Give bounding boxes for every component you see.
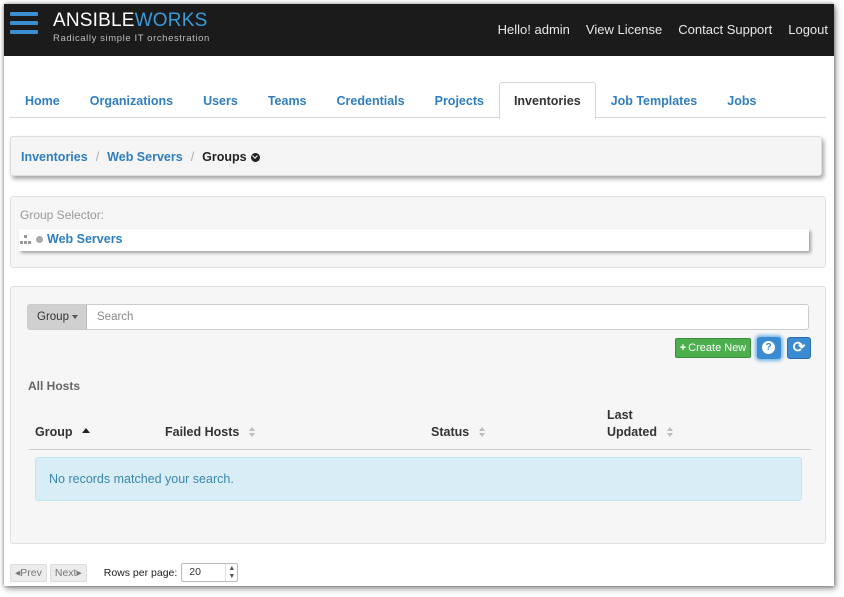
caret-down-icon bbox=[71, 314, 78, 319]
group-tree-row[interactable]: Web Servers bbox=[19, 229, 809, 251]
create-new-label: Create New bbox=[688, 342, 747, 354]
app-window: ANSIBLEWORKS Radically simple IT orchest… bbox=[4, 4, 834, 586]
breadcrumb-web-servers[interactable]: Web Servers bbox=[107, 150, 183, 164]
search-field-label: Group bbox=[37, 311, 69, 323]
brand-tagline: Radically simple IT orchestration bbox=[53, 33, 210, 44]
tab-users[interactable]: Users bbox=[188, 82, 253, 118]
table-header: Group Failed Hosts Status Last Updated bbox=[29, 405, 811, 450]
brand-logo[interactable]: ANSIBLEWORKS Radically simple IT orchest… bbox=[53, 10, 210, 44]
group-selector-panel: Group Selector: Web Servers bbox=[10, 196, 826, 268]
sort-icon bbox=[479, 427, 487, 437]
sort-icon bbox=[249, 427, 257, 437]
prev-page-label: Prev bbox=[20, 566, 42, 579]
status-dot-icon bbox=[36, 236, 43, 243]
top-navbar: ANSIBLEWORKS Radically simple IT orchest… bbox=[4, 4, 834, 56]
breadcrumb-bar: Inventories / Web Servers / Groups bbox=[10, 136, 822, 176]
breadcrumb: Inventories / Web Servers / Groups bbox=[21, 150, 260, 164]
main-tabs: Home Organizations Users Teams Credentia… bbox=[10, 82, 826, 119]
table-title: All Hosts bbox=[28, 379, 81, 393]
column-failed-hosts[interactable]: Failed Hosts bbox=[165, 424, 257, 441]
refresh-icon: ⟳ bbox=[792, 339, 806, 356]
column-group-label: Group bbox=[35, 425, 73, 439]
view-license-link[interactable]: View License bbox=[586, 22, 662, 37]
rows-per-page-label: Rows per page: bbox=[103, 566, 178, 579]
chevron-down-icon[interactable] bbox=[250, 152, 260, 162]
tab-projects[interactable]: Projects bbox=[420, 82, 499, 118]
brand-name: ANSIBLE bbox=[53, 10, 135, 31]
question-icon: ? bbox=[762, 341, 775, 354]
column-last-updated[interactable]: Last Updated bbox=[607, 407, 681, 441]
tab-jobs[interactable]: Jobs bbox=[712, 82, 771, 118]
plus-icon: + bbox=[679, 342, 687, 354]
column-status[interactable]: Status bbox=[431, 424, 487, 441]
sitemap-icon bbox=[20, 235, 32, 244]
empty-results-alert: No records matched your search. bbox=[35, 457, 802, 501]
greeting-link[interactable]: Hello! admin bbox=[498, 22, 570, 37]
user-nav: Hello! admin View License Contact Suppor… bbox=[498, 22, 828, 37]
help-button[interactable]: ? bbox=[757, 337, 781, 359]
tab-inventories[interactable]: Inventories bbox=[498, 82, 596, 119]
contact-support-link[interactable]: Contact Support bbox=[678, 22, 772, 37]
group-web-servers-link[interactable]: Web Servers bbox=[47, 232, 123, 246]
tab-job-templates[interactable]: Job Templates bbox=[596, 82, 713, 118]
create-new-button[interactable]: + Create New bbox=[675, 338, 751, 358]
rows-per-page-value: 20 bbox=[189, 566, 201, 578]
pagination: ◂Prev Next▸ Rows per page: 20 ▲ ▼ bbox=[10, 563, 239, 582]
breadcrumb-separator: / bbox=[190, 150, 195, 164]
column-failed-hosts-label: Failed Hosts bbox=[165, 425, 240, 439]
prev-page-button[interactable]: ◂Prev bbox=[10, 563, 47, 582]
next-page-label: Next bbox=[54, 566, 77, 579]
tab-credentials[interactable]: Credentials bbox=[322, 82, 420, 118]
breadcrumb-separator: / bbox=[95, 150, 100, 164]
column-last-updated-label: Last Updated bbox=[607, 408, 657, 439]
tab-home[interactable]: Home bbox=[10, 82, 75, 118]
search-bar: Group bbox=[27, 304, 809, 330]
logout-link[interactable]: Logout bbox=[788, 22, 828, 37]
column-group[interactable]: Group bbox=[35, 424, 90, 441]
menu-icon[interactable] bbox=[10, 12, 38, 38]
breadcrumb-inventories[interactable]: Inventories bbox=[21, 150, 88, 164]
tab-organizations[interactable]: Organizations bbox=[75, 82, 188, 118]
search-field-dropdown[interactable]: Group bbox=[28, 305, 87, 329]
refresh-button[interactable]: ⟳ bbox=[787, 337, 811, 359]
group-selector-label: Group Selector: bbox=[20, 208, 105, 222]
column-status-label: Status bbox=[431, 425, 470, 439]
rows-per-page-select[interactable]: 20 ▲ ▼ bbox=[181, 563, 239, 582]
hosts-panel: Group +Create New ? ⟳ All Hosts Group Fa… bbox=[10, 286, 826, 544]
sort-icon bbox=[667, 427, 675, 437]
brand-name-accent: WORKS bbox=[134, 10, 208, 31]
search-input[interactable] bbox=[87, 305, 808, 329]
chevron-right-icon: ▸ bbox=[76, 566, 82, 579]
stepper-arrows-icon: ▲ ▼ bbox=[225, 564, 237, 581]
sort-ascending-icon bbox=[81, 428, 90, 433]
tab-teams[interactable]: Teams bbox=[253, 82, 322, 118]
next-page-button[interactable]: Next▸ bbox=[49, 563, 87, 582]
breadcrumb-current: Groups bbox=[202, 150, 247, 164]
